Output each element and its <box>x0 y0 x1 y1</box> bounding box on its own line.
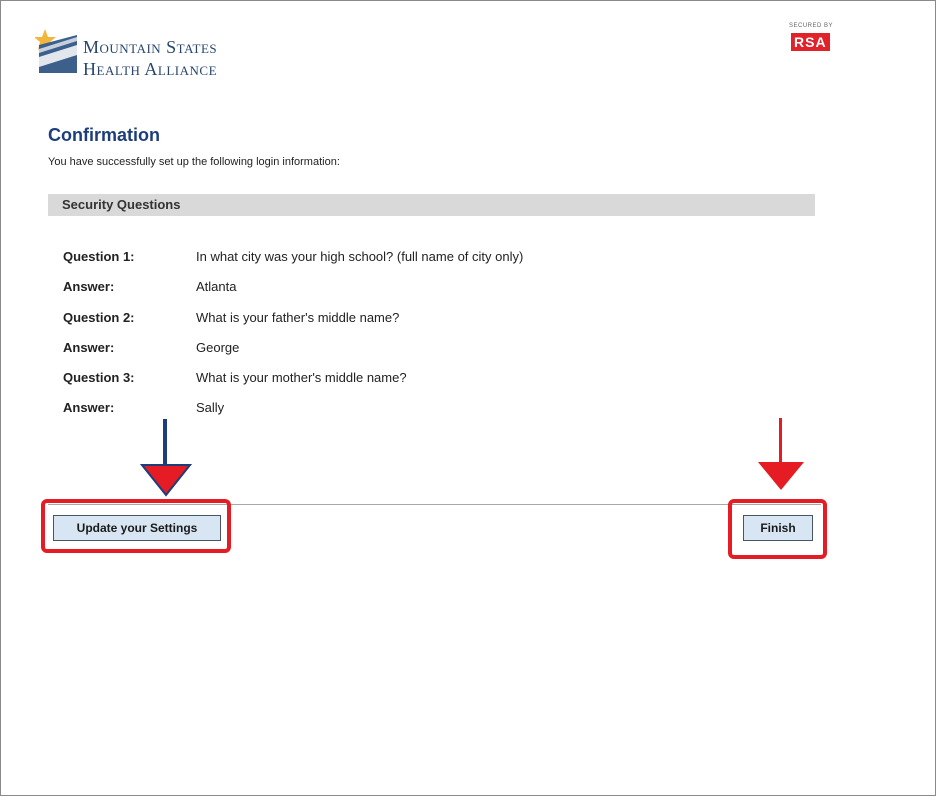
qa-value: What is your father's middle name? <box>196 310 400 325</box>
qa-label: Answer: <box>63 340 115 355</box>
qa-value: In what city was your high school? (full… <box>196 249 524 264</box>
page-frame: Mountain States Health Alliance SECURED … <box>0 0 936 796</box>
finish-button-highlight <box>728 499 827 559</box>
arrow-down-icon <box>758 418 804 490</box>
mountain-star-logo-icon <box>35 29 77 73</box>
qa-label: Question 2: <box>63 310 135 325</box>
qa-label: Question 1: <box>63 249 135 264</box>
qa-value: George <box>196 340 240 355</box>
arrow-down-icon <box>140 419 192 497</box>
qa-label: Answer: <box>63 400 115 415</box>
qa-value: What is your mother's middle name? <box>196 370 407 385</box>
rsa-security-badge: SECURED BY RSA <box>789 23 833 52</box>
rsa-logo: RSA <box>791 33 830 51</box>
brand-logo: Mountain States Health Alliance <box>29 19 259 89</box>
brand-name-line-2: Health Alliance <box>83 59 218 79</box>
rsa-badge-caption: SECURED BY <box>789 23 834 29</box>
update-button-highlight <box>41 499 231 553</box>
qa-label: Answer: <box>63 279 115 294</box>
page-title: Confirmation <box>48 125 160 145</box>
page-subtitle: You have successfully set up the followi… <box>48 156 340 168</box>
qa-value: Atlanta <box>196 279 237 294</box>
qa-value: Sally <box>196 400 225 415</box>
security-questions-header: Security Questions <box>48 194 815 216</box>
qa-label: Question 3: <box>63 370 135 385</box>
brand-name-line-1: Mountain States <box>83 37 218 57</box>
